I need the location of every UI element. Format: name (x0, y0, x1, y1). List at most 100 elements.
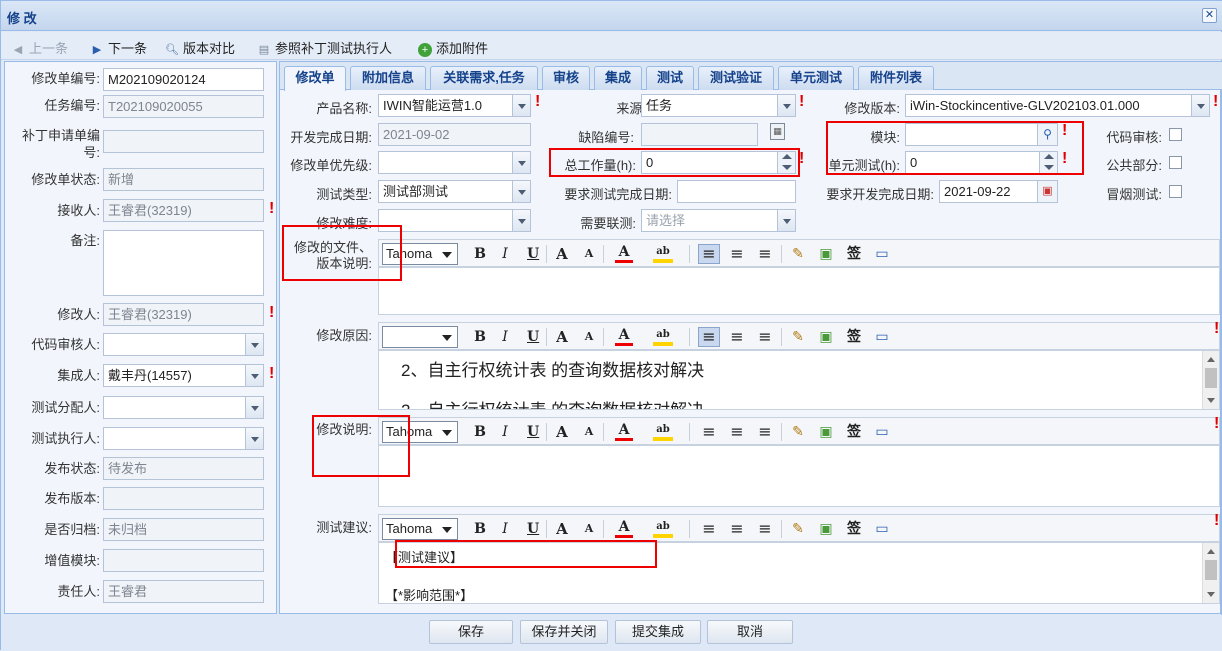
tab-test-verify[interactable]: 测试验证 (698, 66, 774, 90)
highlight-icon[interactable]: ab (653, 328, 673, 346)
public-part-checkbox[interactable] (1169, 156, 1182, 169)
smoke-test-checkbox[interactable] (1169, 185, 1182, 198)
integrator-select[interactable]: 戴丰丹(14557) (103, 364, 264, 387)
italic-icon[interactable]: I (499, 520, 511, 538)
joint-test-select[interactable]: 请选择 (641, 209, 796, 232)
desc-editor[interactable] (378, 445, 1220, 507)
image-icon[interactable]: ▣ (817, 328, 835, 346)
font-grow-icon[interactable]: A (554, 245, 570, 263)
image-icon[interactable]: ▣ (817, 245, 835, 263)
image-icon[interactable]: ▣ (817, 520, 835, 538)
chevron-down-icon[interactable] (512, 181, 530, 202)
scrollbar[interactable] (1202, 351, 1219, 409)
scroll-up-icon[interactable] (1207, 549, 1215, 554)
link-icon[interactable]: ✎ (789, 245, 807, 263)
align-right-icon[interactable]: ≡ (755, 520, 775, 538)
cancel-button[interactable]: 取消 (707, 620, 793, 644)
font-color-icon[interactable]: A (615, 423, 633, 441)
scroll-up-icon[interactable] (1207, 357, 1215, 362)
underline-icon[interactable]: U (527, 328, 539, 346)
remark-textarea[interactable] (103, 230, 264, 296)
underline-icon[interactable]: U (527, 423, 539, 441)
bold-icon[interactable]: B (473, 328, 487, 346)
align-left-icon[interactable]: ≡ (698, 327, 720, 347)
font-grow-icon[interactable]: A (554, 423, 570, 441)
compare-button[interactable]: 🔍︎ 版本对比 (165, 38, 235, 57)
reason-editor[interactable]: 2、自主行权统计表 的查询数据核对解决 2、自主行权统计表 的查询数据核对解决 (378, 350, 1220, 410)
italic-icon[interactable]: I (499, 423, 511, 441)
source-select[interactable]: 任务 (641, 94, 796, 117)
priority-select[interactable] (378, 151, 531, 174)
chevron-down-icon[interactable] (245, 428, 263, 449)
source-icon[interactable]: ▭ (873, 423, 891, 441)
code-review-checkbox[interactable] (1169, 128, 1182, 141)
font-shrink-icon[interactable]: A (582, 245, 596, 263)
chevron-down-icon[interactable] (512, 152, 530, 173)
chevron-down-icon[interactable] (777, 95, 795, 116)
font-select[interactable] (382, 326, 458, 348)
font-color-icon[interactable]: A (615, 245, 633, 263)
highlight-icon[interactable]: ab (653, 245, 673, 263)
highlight-icon[interactable]: ab (653, 423, 673, 441)
font-color-icon[interactable]: A (615, 520, 633, 538)
link-icon[interactable]: ✎ (789, 520, 807, 538)
signature-icon[interactable]: 签 (845, 520, 863, 538)
underline-icon[interactable]: U (527, 245, 539, 263)
highlight-icon[interactable]: ab (653, 520, 673, 538)
font-shrink-icon[interactable]: A (582, 423, 596, 441)
bold-icon[interactable]: B (473, 245, 487, 263)
align-center-icon[interactable]: ≡ (727, 423, 747, 441)
scroll-down-icon[interactable] (1207, 398, 1215, 403)
font-grow-icon[interactable]: A (554, 520, 570, 538)
font-select[interactable]: Tahoma (382, 518, 458, 540)
font-color-icon[interactable]: A (615, 328, 633, 346)
underline-icon[interactable]: U (527, 520, 539, 538)
bold-icon[interactable]: B (473, 423, 487, 441)
font-shrink-icon[interactable]: A (582, 328, 596, 346)
font-shrink-icon[interactable]: A (582, 520, 596, 538)
scroll-thumb[interactable] (1205, 368, 1217, 388)
source-icon[interactable]: ▭ (873, 520, 891, 538)
tab-review[interactable]: 审核 (542, 66, 590, 90)
product-select[interactable]: IWIN智能运营1.0 (378, 94, 531, 117)
align-right-icon[interactable]: ≡ (755, 423, 775, 441)
align-right-icon[interactable]: ≡ (755, 245, 775, 263)
link-icon[interactable]: ✎ (789, 423, 807, 441)
italic-icon[interactable]: I (499, 328, 511, 346)
align-left-icon[interactable]: ≡ (699, 520, 719, 538)
tab-unit-test[interactable]: 单元测试 (778, 66, 854, 90)
align-center-icon[interactable]: ≡ (727, 328, 747, 346)
version-select[interactable]: iWin-Stockincentive-GLV202103.01.000 (905, 94, 1210, 117)
chevron-down-icon[interactable] (512, 210, 530, 231)
chevron-down-icon[interactable] (777, 210, 795, 231)
save-close-button[interactable]: 保存并关闭 (520, 620, 608, 644)
tab-change-order[interactable]: 修改单 (284, 66, 346, 91)
close-icon[interactable]: ✕ (1202, 8, 1217, 23)
calculator-icon[interactable]: ▦ (770, 123, 785, 140)
chevron-down-icon[interactable] (245, 334, 263, 355)
align-right-icon[interactable]: ≡ (755, 328, 775, 346)
calendar-icon[interactable]: ▣ (1037, 181, 1057, 202)
image-icon[interactable]: ▣ (817, 423, 835, 441)
ref-patch-button[interactable]: ▤ 参照补丁测试执行人 (257, 38, 392, 57)
patch-no-field[interactable] (103, 130, 264, 153)
defect-no-field[interactable] (641, 123, 758, 146)
align-center-icon[interactable]: ≡ (727, 245, 747, 263)
req-dev-date-field[interactable]: 2021-09-22 ▣ (939, 180, 1058, 203)
italic-icon[interactable]: I (499, 245, 511, 263)
code-reviewer-select[interactable] (103, 333, 264, 356)
bold-icon[interactable]: B (473, 520, 487, 538)
signature-icon[interactable]: 签 (845, 328, 863, 346)
req-test-date-field[interactable] (677, 180, 796, 203)
files-editor[interactable] (378, 267, 1220, 315)
align-center-icon[interactable]: ≡ (727, 520, 747, 538)
prev-button[interactable]: ◀ 上一条 (11, 38, 68, 57)
source-icon[interactable]: ▭ (873, 245, 891, 263)
align-left-icon[interactable]: ≡ (699, 423, 719, 441)
chevron-down-icon[interactable] (245, 397, 263, 418)
signature-icon[interactable]: 签 (845, 245, 863, 263)
title-bar[interactable]: 修 改 ✕ (1, 1, 1222, 31)
test-executor-select[interactable] (103, 427, 264, 450)
chevron-down-icon[interactable] (512, 95, 530, 116)
next-button[interactable]: ▶ 下一条 (90, 38, 147, 57)
